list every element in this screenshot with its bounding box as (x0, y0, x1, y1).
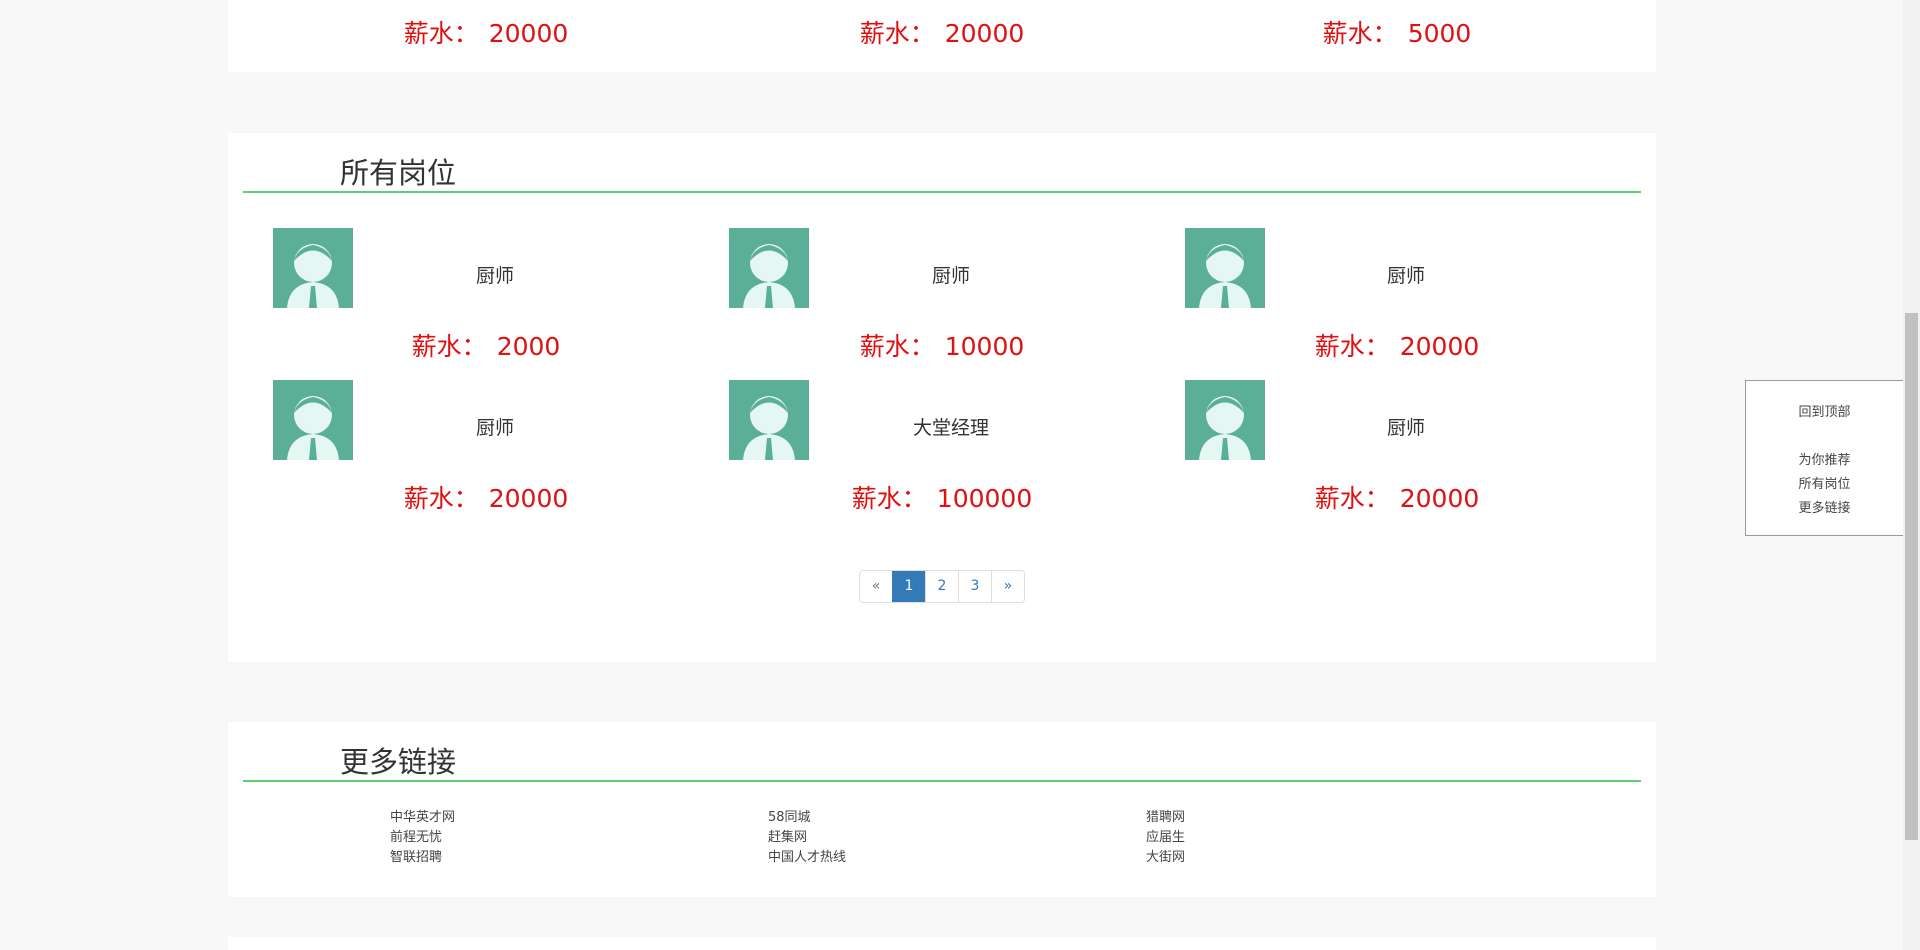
person-avatar-icon[interactable] (273, 380, 353, 460)
side-nav-item-all-jobs[interactable]: 所有岗位 (1746, 473, 1903, 492)
scrollbar-thumb[interactable] (1905, 313, 1918, 840)
more-links-title: 更多链接 (340, 745, 457, 779)
external-link[interactable]: 大街网 (1146, 848, 1185, 868)
person-avatar-icon[interactable] (1185, 228, 1265, 308)
recommend-salary-1: 薪水： 20000 (403, 19, 569, 48)
job-title[interactable]: 厨师 (476, 413, 514, 440)
external-link[interactable]: 前程无忧 (390, 828, 455, 848)
recommend-salary-3: 薪水： 5000 (1322, 19, 1472, 48)
person-avatar-icon[interactable] (729, 228, 809, 308)
pagination-page-1[interactable]: 1 (892, 571, 925, 602)
link-column: 58同城 赶集网 中国人才热线 (768, 808, 846, 868)
job-salary: 薪水： 10000 (859, 332, 1025, 361)
section-divider (243, 780, 1641, 782)
job-salary: 薪水： 100000 (851, 484, 1033, 513)
external-link[interactable]: 中国人才热线 (768, 848, 846, 868)
job-title[interactable]: 厨师 (1387, 413, 1425, 440)
pagination-prev-button[interactable]: « (860, 571, 892, 602)
pagination-page-3[interactable]: 3 (958, 571, 991, 602)
job-salary: 薪水： 20000 (1314, 484, 1480, 513)
side-nav-item-recommend[interactable]: 为你推荐 (1746, 449, 1903, 468)
job-title[interactable]: 厨师 (1387, 261, 1425, 288)
external-link[interactable]: 应届生 (1146, 828, 1185, 848)
link-column: 猎聘网 应届生 大街网 (1146, 808, 1185, 868)
person-avatar-icon[interactable] (729, 380, 809, 460)
scrollbar[interactable] (1903, 0, 1920, 950)
external-link[interactable]: 智联招聘 (390, 848, 455, 868)
link-column: 中华英才网 前程无忧 智联招聘 (390, 808, 455, 868)
all-jobs-panel: 所有岗位 厨师 薪水： 2000 厨师 薪水： 10000 厨师 薪水： 20000 … (228, 133, 1656, 662)
person-avatar-icon[interactable] (1185, 380, 1265, 460)
external-link[interactable]: 猎聘网 (1146, 808, 1185, 828)
more-links-panel: 更多链接 中华英才网 前程无忧 智联招聘 58同城 赶集网 中国人才热线 猎聘网… (228, 722, 1656, 897)
person-avatar-icon[interactable] (273, 228, 353, 308)
all-jobs-title: 所有岗位 (340, 156, 457, 190)
recommend-salary-2: 薪水： 20000 (859, 19, 1025, 48)
job-salary: 薪水： 20000 (403, 484, 569, 513)
external-link[interactable]: 58同城 (768, 808, 846, 828)
pagination: « 1 2 3 » (859, 570, 1025, 603)
section-divider (243, 191, 1641, 193)
footer-panel (228, 937, 1656, 950)
pagination-next-button[interactable]: » (991, 571, 1024, 602)
job-salary: 薪水： 20000 (1314, 332, 1480, 361)
side-nav: 回到顶部 为你推荐 所有岗位 更多链接 (1745, 380, 1904, 536)
external-link[interactable]: 中华英才网 (390, 808, 455, 828)
pagination-page-2[interactable]: 2 (925, 571, 958, 602)
external-link[interactable]: 赶集网 (768, 828, 846, 848)
recommend-panel: 薪水： 20000 薪水： 20000 薪水： 5000 (228, 0, 1656, 72)
job-title[interactable]: 大堂经理 (913, 413, 989, 440)
job-title[interactable]: 厨师 (476, 261, 514, 288)
job-salary: 薪水： 2000 (411, 332, 561, 361)
side-nav-item-more-links[interactable]: 更多链接 (1746, 497, 1903, 516)
back-to-top-link[interactable]: 回到顶部 (1746, 401, 1903, 420)
job-title[interactable]: 厨师 (932, 261, 970, 288)
